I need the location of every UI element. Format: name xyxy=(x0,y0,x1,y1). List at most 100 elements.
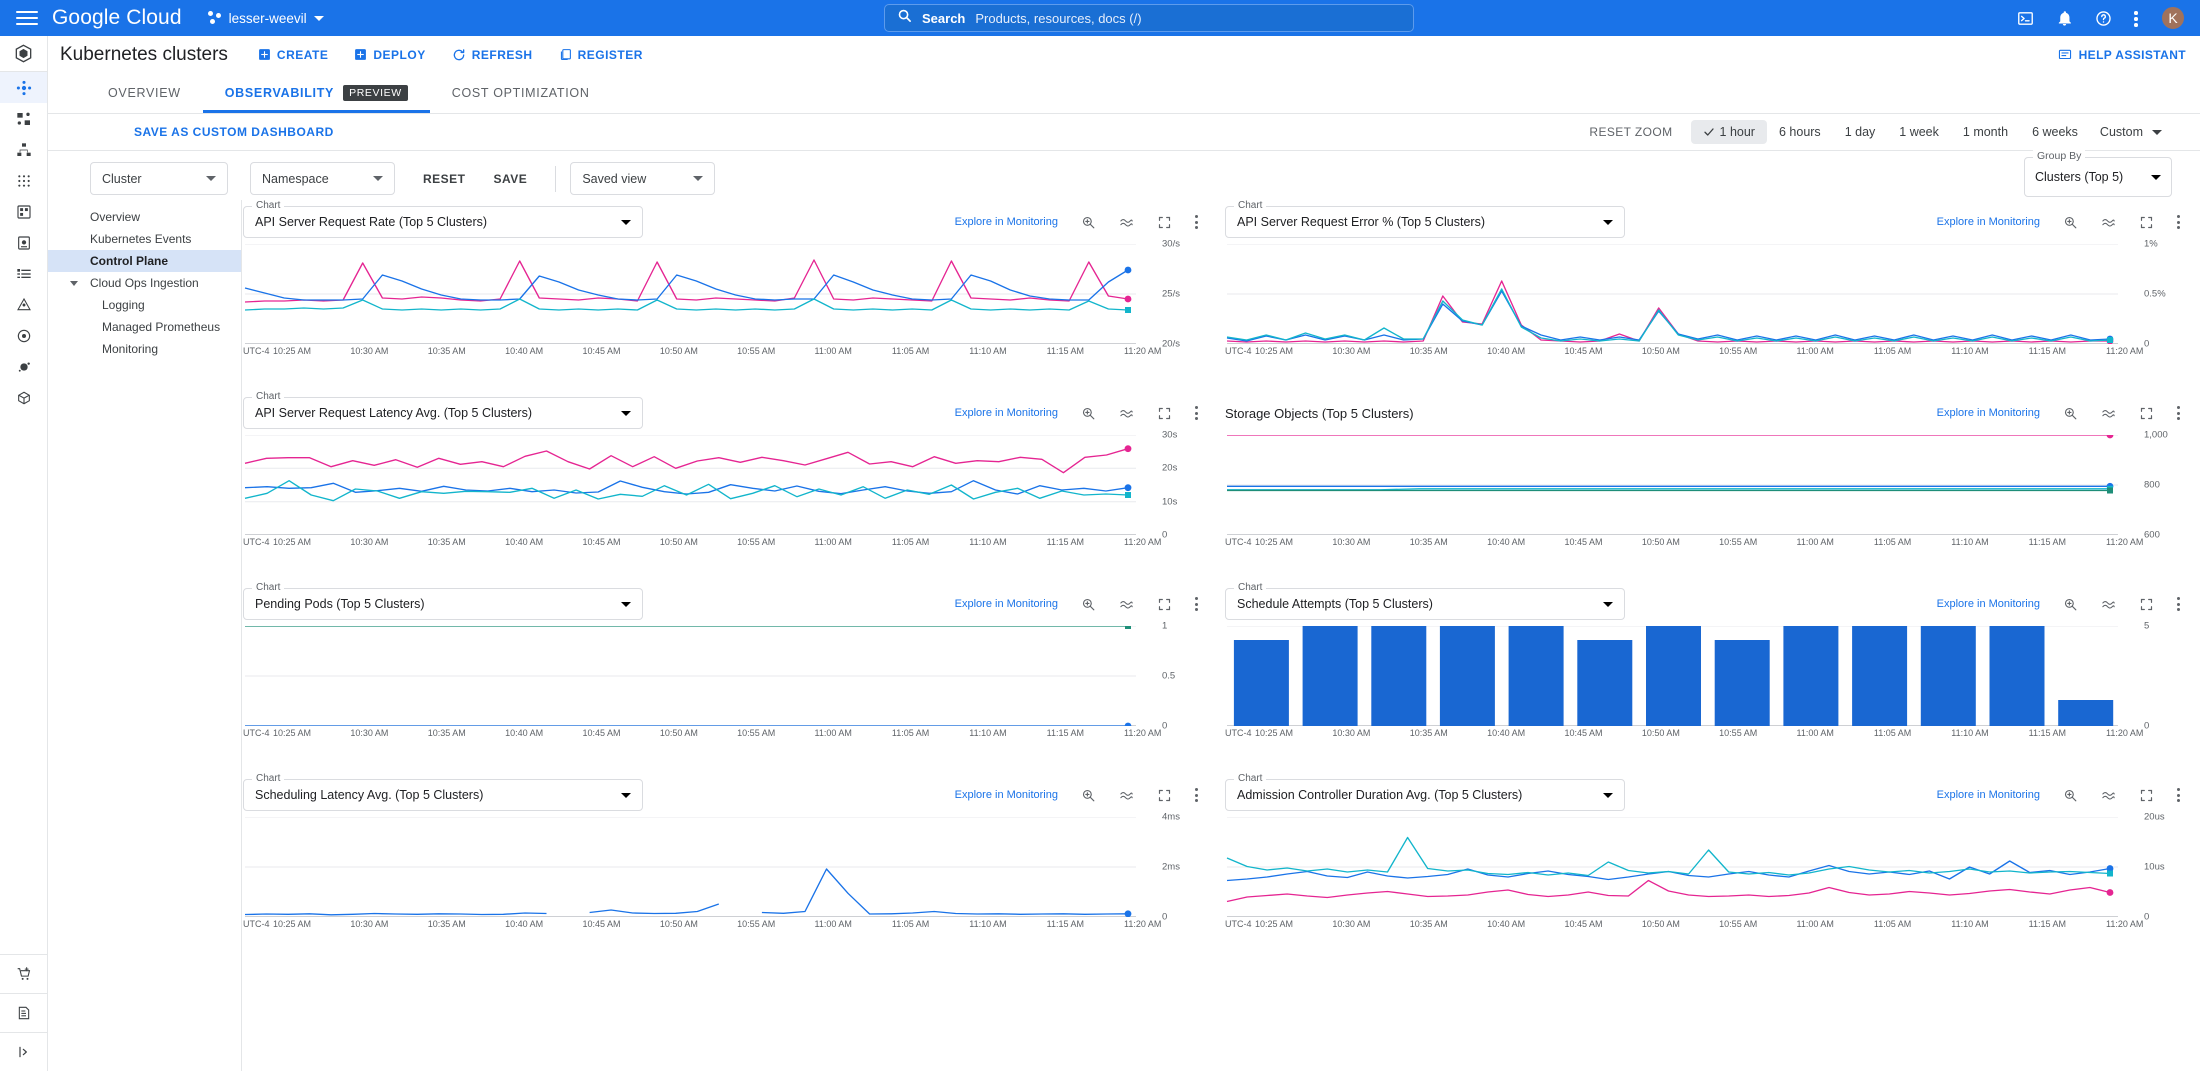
time-range-6-weeks[interactable]: 6 weeks xyxy=(2020,120,2090,144)
group-by-select[interactable]: Group By Clusters (Top 5) xyxy=(2024,157,2172,197)
saved-view-select[interactable]: Saved view xyxy=(570,162,715,195)
compare-icon[interactable] xyxy=(2101,788,2116,803)
chart-selector-pending-pods[interactable]: Chart Pending Pods (Top 5 Clusters) xyxy=(243,588,643,620)
cloud-shell-icon[interactable] xyxy=(2017,10,2034,27)
explore-in-monitoring-link[interactable]: Explore in Monitoring xyxy=(955,789,1058,801)
project-selector[interactable]: lesser-weevil xyxy=(208,11,324,26)
compare-icon[interactable] xyxy=(1119,406,1134,421)
explore-in-monitoring-link[interactable]: Explore in Monitoring xyxy=(955,598,1058,610)
zoom-in-icon[interactable] xyxy=(2063,215,2078,230)
nav-item-overview[interactable]: Overview xyxy=(48,206,241,228)
rail-item-releases[interactable] xyxy=(0,382,47,413)
zoom-in-icon[interactable] xyxy=(2063,406,2078,421)
chart-plot-api-server-request-latency-avg[interactable]: 30s20s10s0 xyxy=(243,435,1203,535)
notifications-icon[interactable] xyxy=(2056,10,2073,27)
nav-item-logging[interactable]: Logging xyxy=(48,294,241,316)
rail-item-storage[interactable] xyxy=(0,227,47,258)
rail-item-workloads[interactable] xyxy=(0,103,47,134)
zoom-in-icon[interactable] xyxy=(1081,215,1096,230)
tab-overview[interactable]: OVERVIEW xyxy=(86,73,203,113)
nav-item-managed-prometheus[interactable]: Managed Prometheus xyxy=(48,316,241,338)
release-notes-icon[interactable] xyxy=(0,993,47,1032)
more-options-icon[interactable] xyxy=(1195,405,1199,421)
rail-item-clusters[interactable] xyxy=(0,72,47,103)
chart-plot-schedule-attempts[interactable]: 50 xyxy=(1225,626,2185,726)
time-range-1-week[interactable]: 1 week xyxy=(1887,120,1951,144)
nav-item-monitoring[interactable]: Monitoring xyxy=(48,338,241,360)
namespace-filter[interactable]: Namespace xyxy=(250,162,395,195)
cluster-filter[interactable]: Cluster xyxy=(90,162,228,195)
help-assistant-button[interactable]: HELP ASSISTANT xyxy=(2058,48,2186,62)
nav-item-kubernetes-events[interactable]: Kubernetes Events xyxy=(48,228,241,250)
chart-plot-admission-controller-duration-avg[interactable]: 20us10us0 xyxy=(1225,817,2185,917)
expand-icon[interactable] xyxy=(2139,788,2154,803)
reset-zoom-button[interactable]: RESET ZOOM xyxy=(1589,125,1672,139)
more-options-icon[interactable] xyxy=(2177,405,2181,421)
rail-item-config-management[interactable] xyxy=(0,196,47,227)
more-options-icon[interactable] xyxy=(2177,596,2181,612)
explore-in-monitoring-link[interactable]: Explore in Monitoring xyxy=(955,407,1058,419)
expand-icon[interactable] xyxy=(2139,597,2154,612)
chart-plot-pending-pods[interactable]: 10.50 xyxy=(243,626,1203,726)
expand-icon[interactable] xyxy=(1157,406,1172,421)
rail-item-object-browser[interactable] xyxy=(0,258,47,289)
time-range-6-hours[interactable]: 6 hours xyxy=(1767,120,1833,144)
compare-icon[interactable] xyxy=(1119,215,1134,230)
compare-icon[interactable] xyxy=(2101,406,2116,421)
expand-icon[interactable] xyxy=(2139,406,2154,421)
rail-item-backup[interactable] xyxy=(0,320,47,351)
search-input[interactable]: Search Products, resources, docs (/) xyxy=(884,4,1414,32)
more-options-icon[interactable] xyxy=(2177,214,2181,230)
compare-icon[interactable] xyxy=(2101,215,2116,230)
chart-selector-schedule-attempts[interactable]: Chart Schedule Attempts (Top 5 Clusters) xyxy=(1225,588,1625,620)
time-range-1-hour[interactable]: 1 hour xyxy=(1691,120,1767,144)
create-button[interactable]: CREATE xyxy=(258,48,328,62)
explore-in-monitoring-link[interactable]: Explore in Monitoring xyxy=(1937,407,2040,419)
rail-item-security-posture[interactable] xyxy=(0,351,47,382)
reset-filters-button[interactable]: RESET xyxy=(409,172,480,186)
more-options-icon[interactable] xyxy=(2177,787,2181,803)
zoom-in-icon[interactable] xyxy=(2063,788,2078,803)
chevron-down-icon[interactable] xyxy=(70,281,78,286)
chart-plot-api-server-request-rate[interactable]: 30/s25/s20/s xyxy=(243,244,1203,344)
help-icon[interactable] xyxy=(2095,10,2112,27)
tab-cost-optimization[interactable]: COST OPTIMIZATION xyxy=(430,73,612,113)
compare-icon[interactable] xyxy=(2101,597,2116,612)
more-options-icon[interactable] xyxy=(1195,787,1199,803)
rail-item-applications[interactable] xyxy=(0,165,47,196)
explore-in-monitoring-link[interactable]: Explore in Monitoring xyxy=(1937,789,2040,801)
google-cloud-logo[interactable]: Google Cloud xyxy=(52,6,182,30)
chart-plot-storage-objects[interactable]: 1,000800600 xyxy=(1225,435,2185,535)
explore-in-monitoring-link[interactable]: Explore in Monitoring xyxy=(955,216,1058,228)
deploy-button[interactable]: DEPLOY xyxy=(354,48,425,62)
expand-icon[interactable] xyxy=(1157,597,1172,612)
expand-icon[interactable] xyxy=(2139,215,2154,230)
zoom-in-icon[interactable] xyxy=(1081,406,1096,421)
save-filters-button[interactable]: SAVE xyxy=(480,172,542,186)
refresh-button[interactable]: REFRESH xyxy=(452,48,533,62)
chart-plot-scheduling-latency-avg[interactable]: 4ms2ms0 xyxy=(243,817,1203,917)
rail-item-services-ingress[interactable] xyxy=(0,134,47,165)
zoom-in-icon[interactable] xyxy=(1081,788,1096,803)
more-options-icon[interactable] xyxy=(1195,214,1199,230)
chart-plot-api-server-request-error-pct[interactable]: 1%0.5%0 xyxy=(1225,244,2185,344)
save-as-custom-dashboard-button[interactable]: SAVE AS CUSTOM DASHBOARD xyxy=(134,125,334,139)
register-button[interactable]: REGISTER xyxy=(559,48,643,62)
tab-observability[interactable]: OBSERVABILITY PREVIEW xyxy=(203,73,430,113)
zoom-in-icon[interactable] xyxy=(2063,597,2078,612)
avatar[interactable]: K xyxy=(2160,5,2186,31)
gke-product-icon[interactable] xyxy=(0,36,47,72)
expand-icon[interactable] xyxy=(1157,788,1172,803)
more-options-icon[interactable] xyxy=(1195,596,1199,612)
hamburger-menu-icon[interactable] xyxy=(16,10,38,26)
time-range-1-month[interactable]: 1 month xyxy=(1951,120,2020,144)
explore-in-monitoring-link[interactable]: Explore in Monitoring xyxy=(1937,598,2040,610)
chart-selector-admission-controller-duration-avg[interactable]: Chart Admission Controller Duration Avg.… xyxy=(1225,779,1625,811)
time-range-custom[interactable]: Custom xyxy=(2090,120,2172,144)
zoom-in-icon[interactable] xyxy=(1081,597,1096,612)
expand-panel-icon[interactable] xyxy=(0,1032,47,1071)
chart-selector-api-server-request-error-pct[interactable]: Chart API Server Request Error % (Top 5 … xyxy=(1225,206,1625,238)
compare-icon[interactable] xyxy=(1119,597,1134,612)
explore-in-monitoring-link[interactable]: Explore in Monitoring xyxy=(1937,216,2040,228)
time-range-1-day[interactable]: 1 day xyxy=(1833,120,1888,144)
